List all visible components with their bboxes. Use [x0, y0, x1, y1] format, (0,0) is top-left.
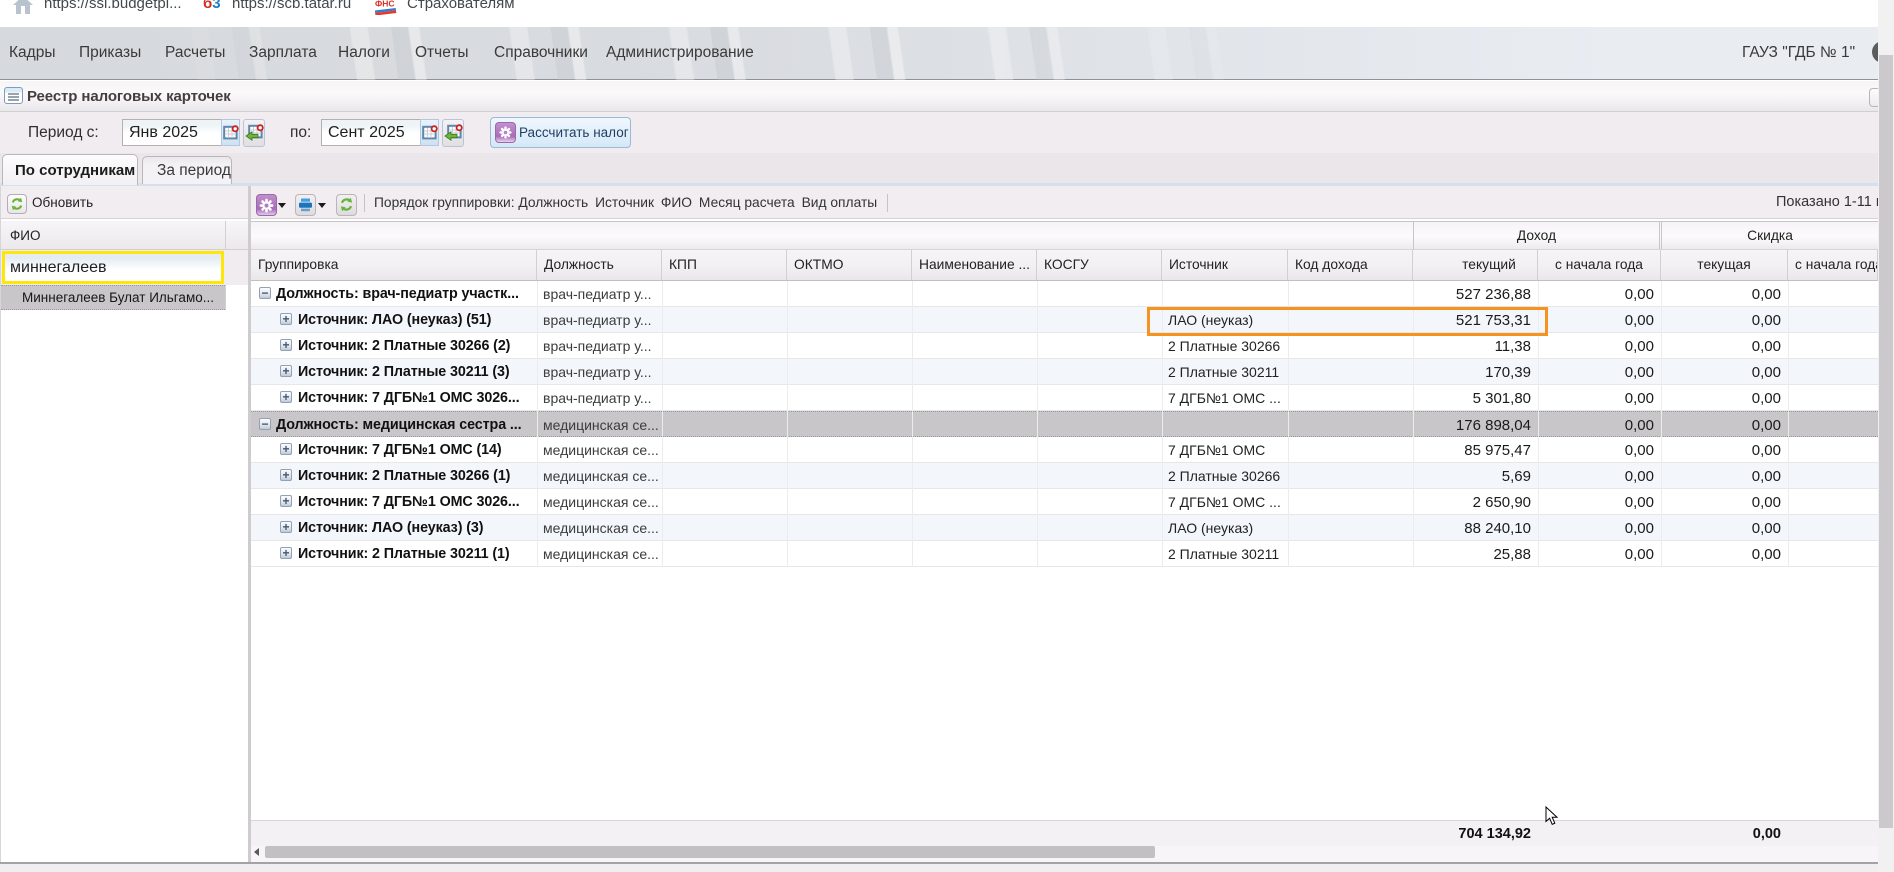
svg-text:ФНС: ФНС [375, 0, 395, 9]
